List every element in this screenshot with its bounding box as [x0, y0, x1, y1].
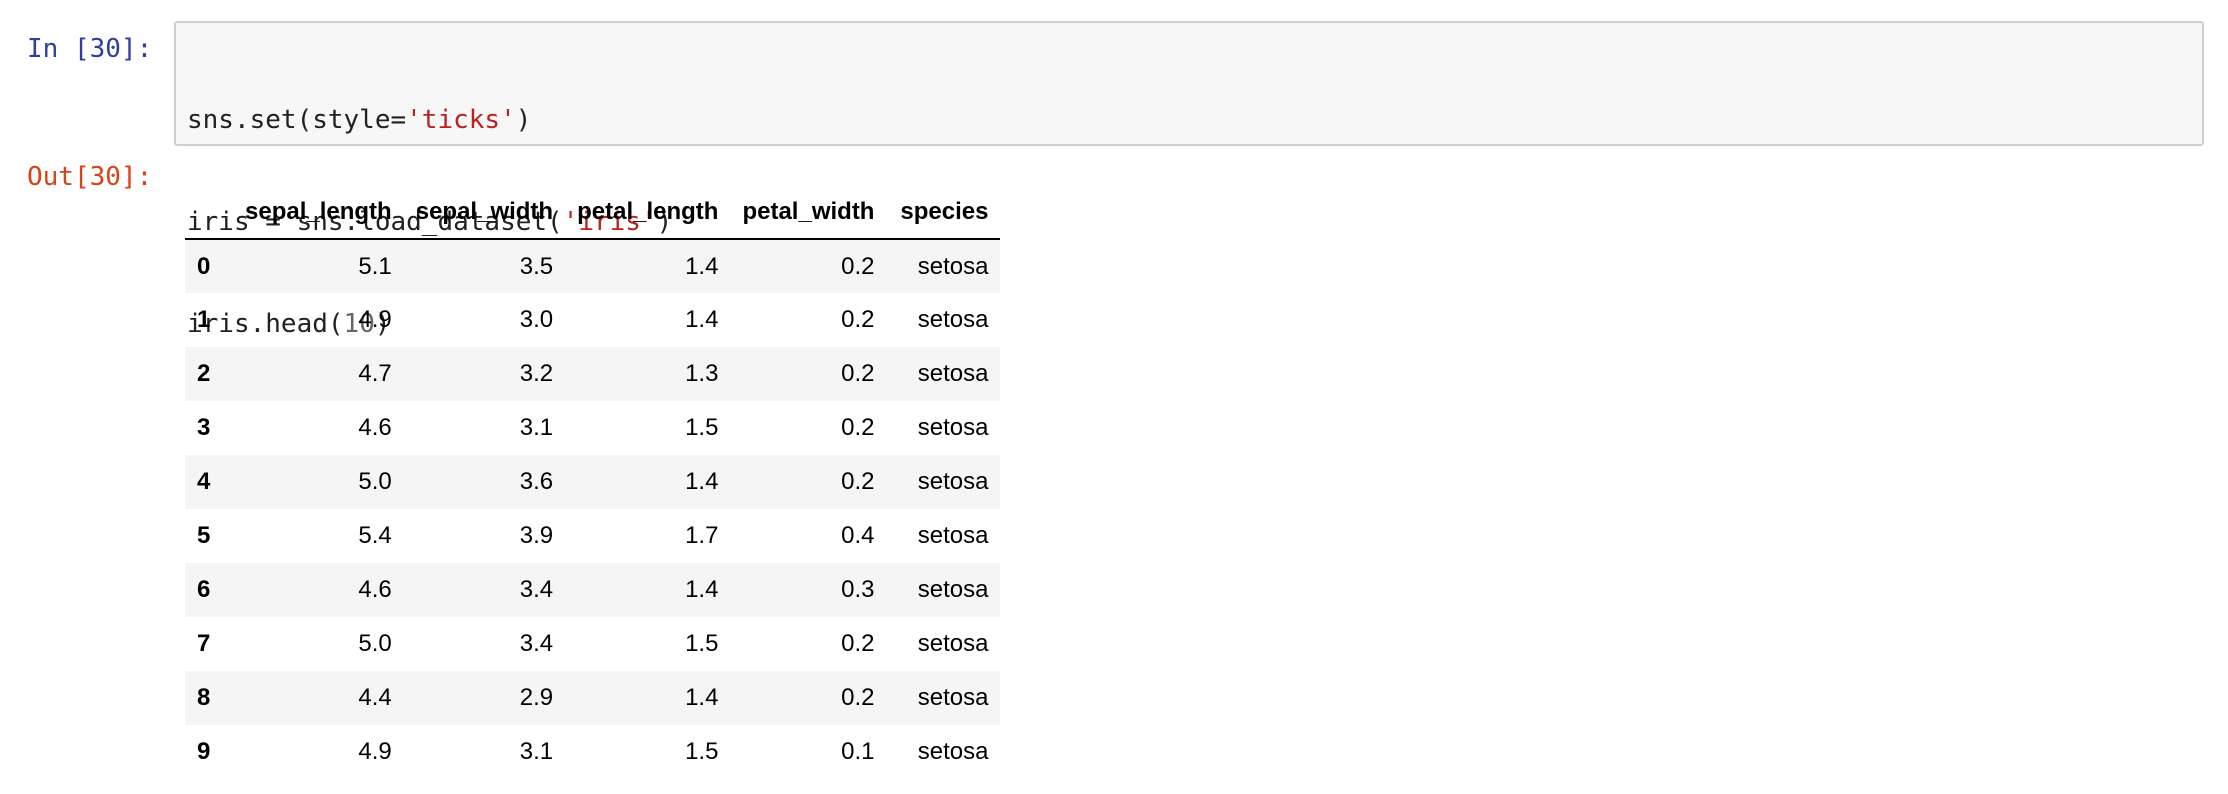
cell-sepal-length: 4.7	[358, 360, 392, 387]
cell-species: setosa	[917, 414, 989, 441]
cell-sepal-width: 3.1	[519, 414, 554, 441]
cell-petal-width: 0.2	[841, 684, 875, 711]
cell-petal-width: 0.4	[841, 522, 875, 549]
cell-species: setosa	[917, 684, 989, 711]
cell-species: setosa	[917, 738, 989, 765]
output-prompt: Out[30]:	[27, 162, 153, 192]
cell-sepal-width: 2.9	[519, 684, 554, 711]
cell-species: setosa	[917, 468, 989, 495]
table-row: 3 4.6 3.1 1.5 0.2 setosa	[185, 401, 1000, 455]
column-header-species: species	[886, 186, 1001, 240]
cell-petal-width: 0.3	[841, 576, 875, 603]
cell-species: setosa	[917, 306, 989, 333]
code-line-1: sns.set(style='ticks')	[187, 103, 2191, 137]
table-row: 5 5.4 3.9 1.7 0.4 setosa	[185, 509, 1000, 563]
cell-petal-width: 0.2	[841, 252, 875, 280]
cell-species: setosa	[917, 522, 989, 549]
cell-sepal-length: 4.9	[358, 738, 392, 765]
table-row: 9 4.9 3.1 1.5 0.1 setosa	[185, 725, 1000, 779]
row-index: 4	[197, 468, 211, 495]
cell-petal-width: 0.2	[841, 630, 875, 657]
code-token: sns.set(style=	[187, 105, 407, 135]
cell-sepal-length: 4.6	[358, 576, 392, 603]
column-header-petal-length: petal_length	[565, 186, 731, 240]
code-cell-input[interactable]: sns.set(style='ticks') iris = sns.load_d…	[174, 21, 2204, 339]
table-row: 4 5.0 3.6 1.4 0.2 setosa	[185, 455, 1001, 509]
cell-petal-width: 0.2	[841, 414, 875, 441]
cell-petal-length: 1.4	[685, 468, 719, 495]
cell-petal-length: 1.5	[685, 414, 719, 441]
cell-petal-length: 1.4	[685, 306, 719, 333]
table-header-row: sepal_length sepal_width petal_length pe…	[185, 186, 1001, 240]
cell-petal-width: 0.2	[841, 360, 875, 387]
cell-petal-length: 1.4	[685, 252, 719, 280]
cell-sepal-length: 4.6	[358, 414, 392, 441]
cell-species: setosa	[917, 360, 989, 387]
cell-sepal-width: 3.1	[519, 738, 554, 765]
cell-sepal-width: 3.4	[519, 630, 554, 657]
cell-petal-length: 1.3	[685, 360, 719, 387]
cell-petal-length: 1.5	[685, 738, 719, 765]
cell-petal-width: 0.2	[841, 306, 875, 333]
index-header	[185, 186, 233, 240]
column-header-sepal-width: sepal_width	[403, 186, 566, 240]
cell-sepal-length: 5.0	[358, 630, 392, 657]
cell-sepal-width: 3.4	[519, 576, 554, 603]
row-index: 8	[197, 684, 211, 711]
cell-species: setosa	[917, 576, 989, 603]
cell-sepal-length: 5.1	[358, 252, 392, 280]
column-header-petal-width: petal_width	[730, 186, 887, 240]
cell-sepal-width: 3.9	[519, 522, 554, 549]
row-index: 0	[197, 252, 211, 280]
row-index: 3	[197, 414, 211, 441]
cell-sepal-length: 5.4	[358, 522, 392, 549]
cell-sepal-length: 5.0	[358, 468, 392, 495]
code-string-token: 'ticks'	[406, 105, 516, 135]
table-row: 8 4.4 2.9 1.4 0.2 setosa	[185, 671, 1001, 725]
column-header-sepal-length: sepal_length	[233, 186, 404, 240]
cell-sepal-length: 4.9	[358, 306, 392, 333]
code-token: )	[515, 105, 532, 135]
row-index: 1	[197, 306, 211, 333]
cell-petal-length: 1.5	[685, 630, 719, 657]
table-row: 1 4.9 3.0 1.4 0.2 setosa	[185, 293, 1000, 347]
cell-petal-length: 1.4	[685, 684, 719, 711]
row-index: 5	[197, 522, 211, 549]
table-row: 6 4.6 3.4 1.4 0.3 setosa	[185, 563, 1001, 617]
table-row: 0 5.1 3.5 1.4 0.2 setosa	[185, 239, 1001, 293]
row-index: 6	[197, 576, 211, 603]
cell-petal-length: 1.4	[685, 576, 719, 603]
cell-sepal-width: 3.6	[519, 468, 554, 495]
row-index: 9	[197, 738, 211, 765]
cell-species: setosa	[917, 252, 989, 280]
row-index: 2	[197, 360, 211, 387]
cell-species: setosa	[917, 630, 989, 657]
table-row: 7 5.0 3.4 1.5 0.2 setosa	[185, 617, 1000, 671]
cell-sepal-length: 4.4	[358, 684, 392, 711]
input-prompt: In [30]:	[27, 34, 153, 64]
row-index: 7	[197, 630, 211, 657]
cell-petal-width: 0.2	[841, 468, 875, 495]
cell-petal-length: 1.7	[685, 522, 719, 549]
cell-sepal-width: 3.5	[519, 252, 554, 280]
cell-sepal-width: 3.2	[519, 360, 554, 387]
cell-sepal-width: 3.0	[519, 306, 554, 333]
table-row: 2 4.7 3.2 1.3 0.2 setosa	[185, 347, 1001, 401]
cell-petal-width: 0.1	[841, 738, 875, 765]
dataframe-table: sepal_length sepal_width petal_length pe…	[185, 186, 1001, 779]
cell-output: sepal_length sepal_width petal_length pe…	[185, 186, 1001, 779]
